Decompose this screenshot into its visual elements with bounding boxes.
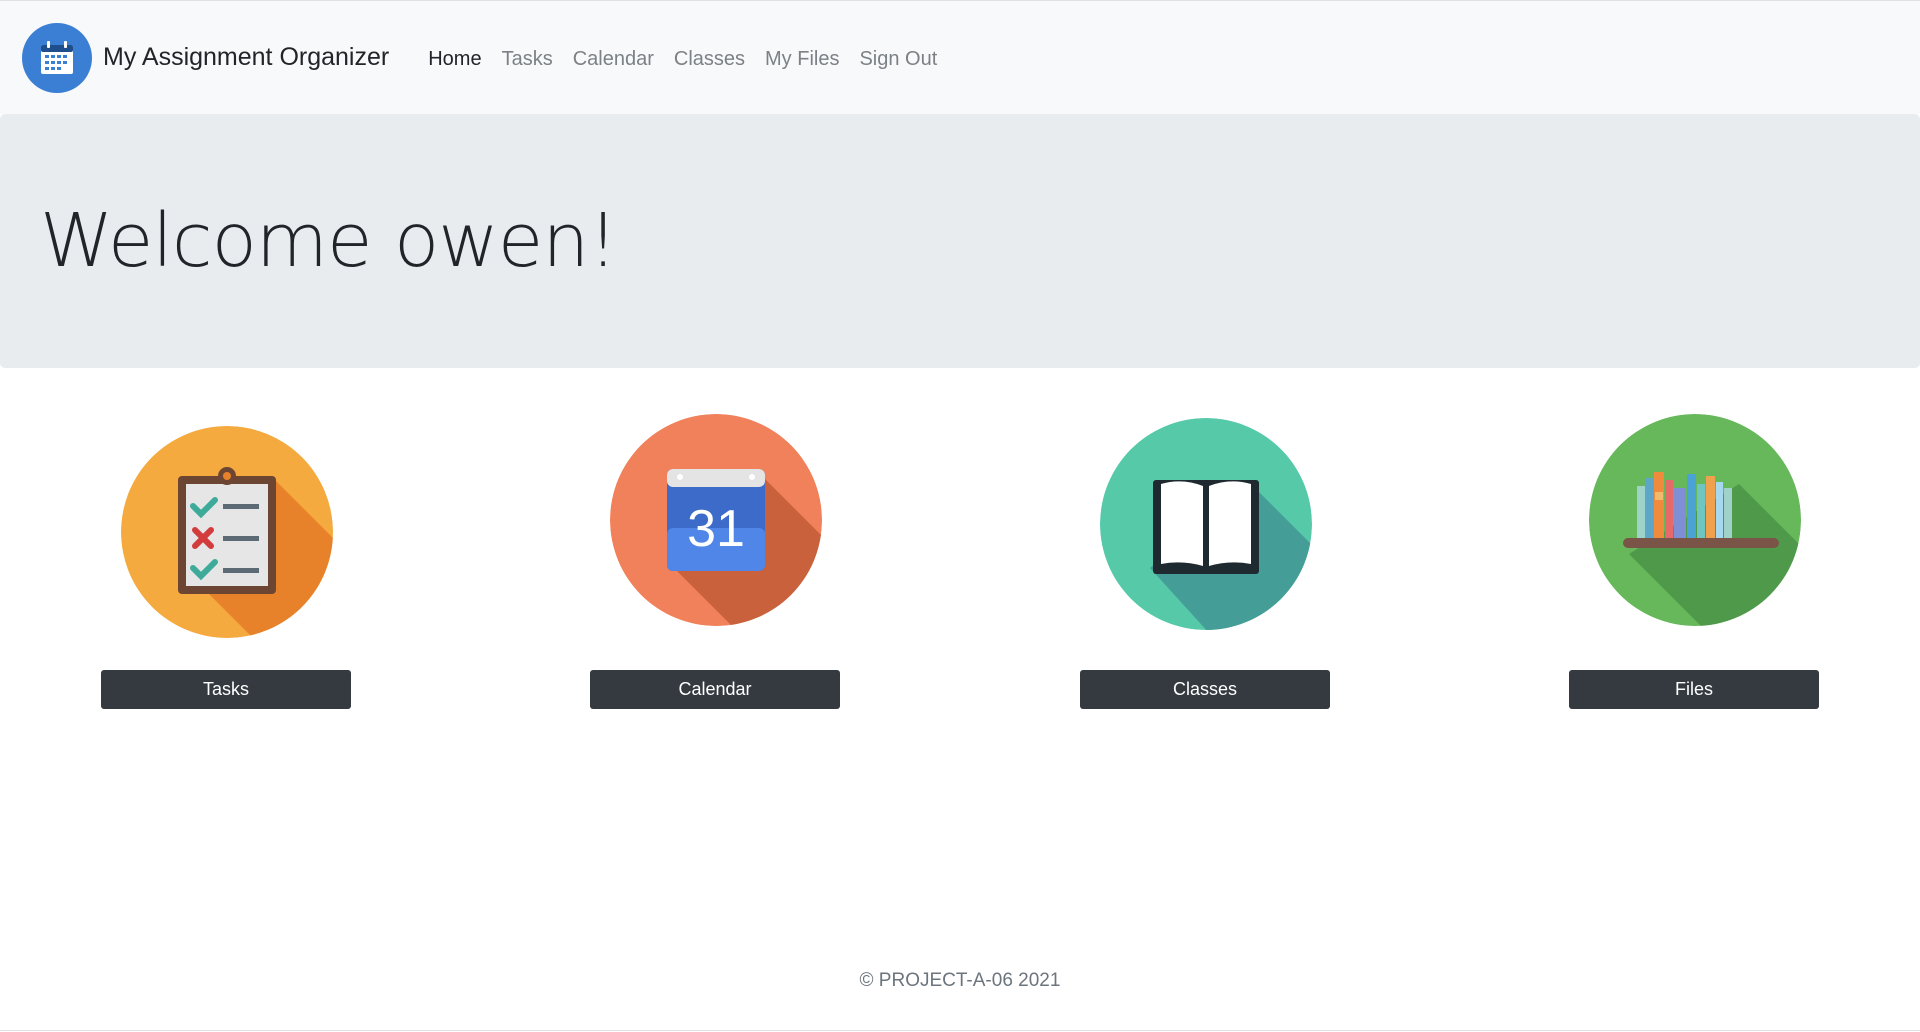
files-button[interactable]: Files <box>1569 670 1819 709</box>
calendar-date-number: 31 <box>687 500 745 558</box>
nav-link-my-files[interactable]: My Files <box>755 48 849 71</box>
welcome-banner: Welcome owen! <box>0 114 1920 368</box>
checklist-icon <box>121 426 333 638</box>
nav-link-tasks[interactable]: Tasks <box>492 48 563 71</box>
welcome-heading: Welcome owen! <box>40 198 618 284</box>
navbar: My Assignment Organizer Home Tasks Calen… <box>0 0 1920 114</box>
calendar-button[interactable]: Calendar <box>590 670 840 709</box>
nav-link-sign-out[interactable]: Sign Out <box>849 48 947 71</box>
open-book-icon <box>1100 418 1312 630</box>
calendar-icon <box>22 22 92 93</box>
nav-link-classes[interactable]: Classes <box>664 48 755 71</box>
calendar-31-icon: 31 <box>610 414 822 626</box>
feature-cards: Tasks 31 Calendar Classes Files <box>0 368 1920 728</box>
footer-copyright: © PROJECT-A-06 2021 <box>859 970 1061 991</box>
footer-divider <box>0 1030 1920 1031</box>
classes-button[interactable]: Classes <box>1080 670 1330 709</box>
bookshelf-icon <box>1589 414 1801 626</box>
nav-link-calendar[interactable]: Calendar <box>563 48 664 71</box>
nav-links: Home Tasks Calendar Classes My Files Sig… <box>418 48 947 71</box>
page: My Assignment Organizer Home Tasks Calen… <box>0 0 1920 1032</box>
brand-link[interactable]: My Assignment Organizer <box>22 22 390 93</box>
brand-title: My Assignment Organizer <box>103 43 390 71</box>
tasks-button[interactable]: Tasks <box>101 670 351 709</box>
nav-link-home[interactable]: Home <box>418 48 491 71</box>
